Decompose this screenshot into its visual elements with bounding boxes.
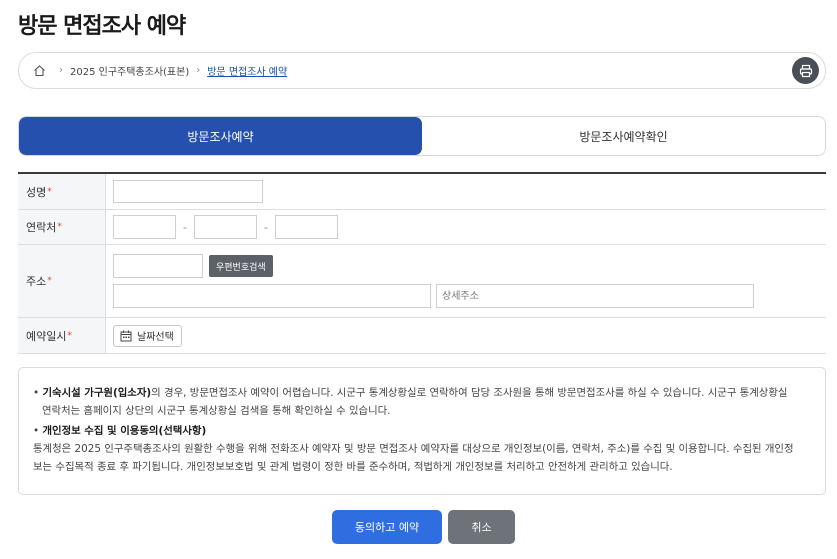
name-label: 성명 * bbox=[18, 174, 106, 209]
datetime-label: 예약일시 * bbox=[18, 318, 106, 353]
zipcode-input[interactable] bbox=[113, 254, 203, 278]
cancel-button[interactable]: 취소 bbox=[448, 510, 515, 544]
name-input[interactable] bbox=[113, 180, 263, 203]
notice-box: • 기숙시설 가구원(입소자)의 경우, 방문면접조사 예약이 어렵습니다. 시… bbox=[18, 367, 826, 495]
agree-reserve-button[interactable]: 동의하고 예약 bbox=[332, 510, 442, 544]
date-select-label: 날짜선택 bbox=[137, 332, 174, 343]
bullet: • bbox=[33, 425, 40, 437]
notice-privacy: • 개인정보 수집 및 이용동의(선택사항) 통계청은 2025 인구주택총조사… bbox=[33, 422, 811, 476]
form-row-datetime: 예약일시 * 날짜선택 bbox=[18, 318, 826, 354]
calendar-icon bbox=[120, 330, 132, 341]
required-mark: * bbox=[67, 330, 72, 341]
phone-separator: - bbox=[183, 220, 187, 234]
chevron-right-icon: › bbox=[196, 65, 201, 76]
breadcrumb: › 2025 인구주택총조사(표본) › 방문 면접조사 예약 bbox=[18, 52, 826, 89]
form-row-name: 성명 * bbox=[18, 174, 826, 210]
tab-visit-reservation[interactable]: 방문조사예약 bbox=[19, 117, 422, 155]
phone-part2-input[interactable] bbox=[194, 215, 257, 239]
address-detail-input[interactable] bbox=[436, 284, 754, 308]
printer-icon bbox=[799, 64, 812, 77]
datetime-label-text: 예약일시 bbox=[26, 329, 67, 343]
notice-dormitory-title: 기숙시설 가구원(입소자) bbox=[42, 387, 152, 399]
zipcode-search-button[interactable]: 우편번호검색 bbox=[209, 255, 273, 277]
phone-separator: - bbox=[264, 220, 268, 234]
form-actions: 동의하고 예약 취소 bbox=[332, 510, 515, 544]
tab-bar: 방문조사예약 방문조사예약확인 bbox=[18, 116, 826, 156]
address-input[interactable] bbox=[113, 284, 431, 308]
notice-dormitory-text-2: 연락처는 홈페이지 상단의 시군구 통계상황실 검색을 통해 확인하실 수 있습… bbox=[42, 405, 391, 417]
notice-privacy-title: 개인정보 수집 및 이용동의(선택사항) bbox=[42, 425, 207, 437]
print-button[interactable] bbox=[792, 57, 819, 84]
chevron-right-icon: › bbox=[59, 65, 63, 76]
breadcrumb-current[interactable]: 방문 면접조사 예약 bbox=[207, 63, 287, 78]
contact-label: 연락처 * bbox=[18, 210, 106, 244]
phone-part1-input[interactable] bbox=[113, 215, 176, 239]
required-mark: * bbox=[57, 222, 62, 232]
notice-privacy-text-1: 통계청은 2025 인구주택총조사의 원활한 수행을 위해 전화조사 예약자 및… bbox=[33, 443, 794, 455]
required-mark: * bbox=[47, 186, 52, 197]
breadcrumb-item-survey[interactable]: 2025 인구주택총조사(표본) bbox=[70, 63, 189, 78]
reservation-form: 성명* 연락처* - - 주소* 우편번호검색 예 bbox=[18, 172, 826, 354]
tab-reservation-check[interactable]: 방문조사예약확인 bbox=[422, 117, 825, 155]
form-row-contact: 연락처 * - - bbox=[18, 210, 826, 245]
page-title: 방문 면접조사 예약 bbox=[18, 14, 186, 39]
phone-part3-input[interactable] bbox=[275, 215, 338, 239]
form-row-address: 주소 * 우편번호검색 bbox=[18, 245, 826, 318]
home-icon[interactable] bbox=[33, 64, 46, 77]
address-label-text: 주소 bbox=[26, 275, 47, 288]
address-label: 주소 * bbox=[18, 245, 106, 317]
notice-privacy-text-2: 보는 수집목적 종료 후 파기됩니다. 개인정보보호법 및 관계 법령이 정한 … bbox=[33, 461, 673, 473]
required-mark: * bbox=[47, 276, 52, 286]
contact-label-text: 연락처 bbox=[26, 221, 57, 234]
notice-dormitory: • 기숙시설 가구원(입소자)의 경우, 방문면접조사 예약이 어렵습니다. 시… bbox=[33, 384, 811, 420]
bullet: • bbox=[33, 387, 40, 399]
notice-dormitory-text: 의 경우, 방문면접조사 예약이 어렵습니다. 시군구 통계상황실로 연락하여 … bbox=[151, 387, 788, 399]
date-select-button[interactable]: 날짜선택 bbox=[113, 324, 182, 347]
name-label-text: 성명 bbox=[26, 185, 47, 199]
